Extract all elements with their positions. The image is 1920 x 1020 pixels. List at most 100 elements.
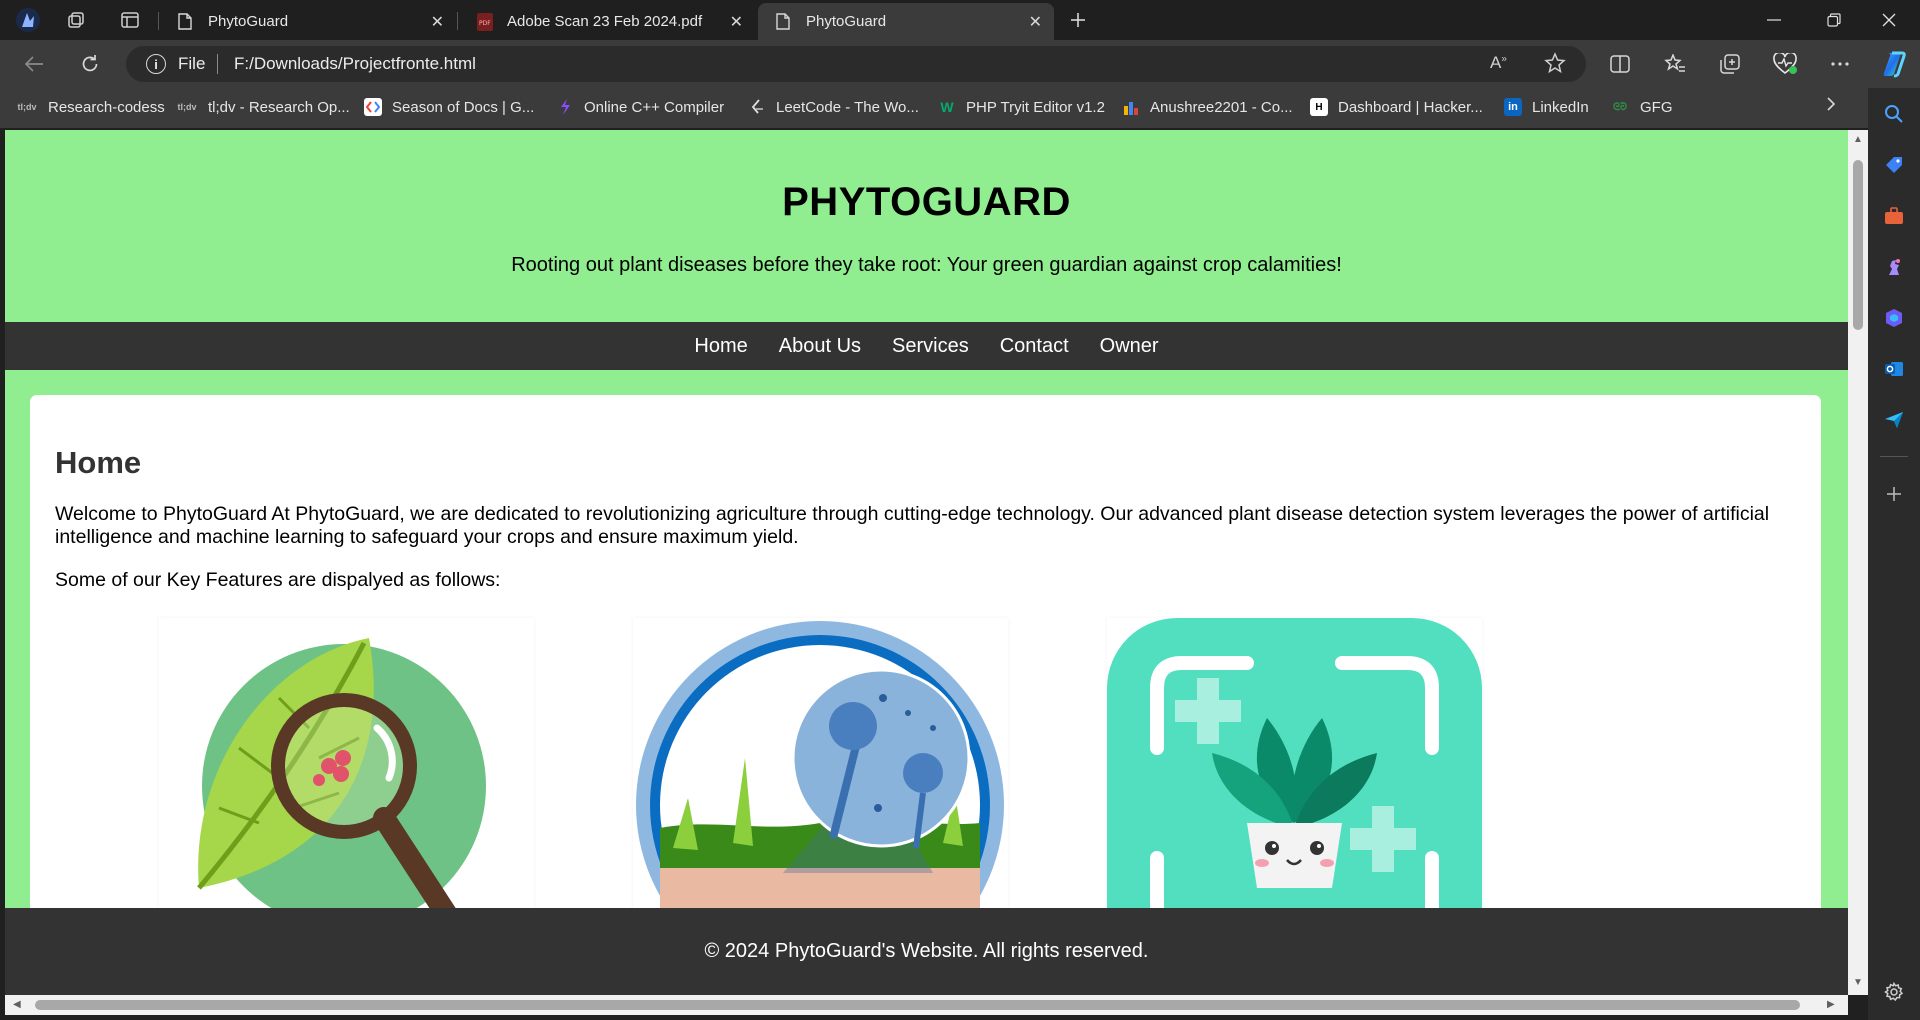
leetcode-icon bbox=[748, 98, 766, 116]
close-tab-icon[interactable]: ✕ bbox=[1029, 12, 1042, 32]
copilot-icon[interactable] bbox=[1878, 48, 1910, 80]
file-scheme-label: File bbox=[178, 54, 206, 73]
minimize-icon[interactable] bbox=[1747, 0, 1801, 40]
tab-separator bbox=[457, 12, 458, 30]
vertical-scroll-thumb[interactable] bbox=[1853, 160, 1863, 330]
horizontal-scroll-thumb[interactable] bbox=[35, 1000, 1800, 1010]
tab-phytoguard-active[interactable]: PhytoGuard ✕ bbox=[758, 3, 1054, 40]
favorite-gfg[interactable]: ᘓᘐ GFG bbox=[1610, 98, 1673, 116]
favorite-star-icon[interactable] bbox=[1544, 52, 1566, 79]
compiler-icon bbox=[556, 98, 574, 116]
gfg-icon: ᘓᘐ bbox=[1612, 101, 1628, 113]
site-footer: © 2024 PhytoGuard's Website. All rights … bbox=[5, 908, 1848, 995]
tab-phytoguard-1[interactable]: PhytoGuard ✕ bbox=[160, 3, 456, 40]
linkedin-icon: in bbox=[1504, 98, 1522, 116]
tldv-icon: tl;dv bbox=[17, 102, 37, 112]
favorite-php-tryit[interactable]: W PHP Tryit Editor v1.2 bbox=[938, 98, 1105, 116]
favorite-tldv[interactable]: tl;dv tl;dv - Research Op... bbox=[176, 98, 350, 116]
favorite-label: tl;dv - Research Op... bbox=[208, 98, 350, 116]
vertical-tabs-icon[interactable] bbox=[116, 6, 144, 34]
sidebar-divider bbox=[1880, 456, 1908, 457]
favorite-label: LeetCode - The Wo... bbox=[776, 98, 919, 116]
plant-scan-icon bbox=[1107, 618, 1482, 908]
page-viewport: PHYTOGUARD Rooting out plant diseases be… bbox=[5, 130, 1848, 908]
send-drop-icon[interactable] bbox=[1880, 406, 1908, 434]
favorite-season-of-docs[interactable]: Season of Docs | G... bbox=[364, 98, 534, 116]
hackerrank-icon: H bbox=[1310, 98, 1328, 116]
favorite-label: LinkedIn bbox=[1532, 98, 1589, 116]
favorite-label: Anushree2201 - Co... bbox=[1150, 98, 1293, 116]
favorite-anushree2201[interactable]: Anushree2201 - Co... bbox=[1122, 98, 1293, 116]
site-info-icon[interactable]: i bbox=[146, 54, 166, 74]
profile-avatar-icon[interactable] bbox=[14, 6, 42, 34]
favorite-online-cpp-compiler[interactable]: Online C++ Compiler bbox=[556, 98, 724, 116]
w3schools-icon: W bbox=[940, 99, 954, 115]
close-tab-icon[interactable]: ✕ bbox=[730, 12, 743, 32]
browser-essentials-icon[interactable] bbox=[1771, 50, 1799, 78]
vertical-scrollbar[interactable]: ▲ ▼ bbox=[1848, 130, 1868, 995]
chart-icon bbox=[1122, 98, 1140, 116]
nav-link-about-us[interactable]: About Us bbox=[779, 335, 861, 358]
microsoft-365-icon[interactable] bbox=[1880, 304, 1908, 332]
favorites-overflow-chevron-icon[interactable] bbox=[1826, 96, 1836, 112]
page-icon bbox=[776, 12, 792, 31]
tools-briefcase-icon[interactable] bbox=[1880, 202, 1908, 230]
nav-link-contact[interactable]: Contact bbox=[1000, 335, 1069, 358]
close-window-icon[interactable] bbox=[1862, 0, 1916, 40]
scroll-down-arrow-icon[interactable]: ▼ bbox=[1853, 977, 1863, 988]
page-icon bbox=[178, 12, 194, 31]
outlook-icon[interactable] bbox=[1880, 355, 1908, 383]
settings-more-icon[interactable] bbox=[1826, 50, 1854, 78]
scroll-up-arrow-icon[interactable]: ▲ bbox=[1853, 134, 1863, 145]
home-section: Home Welcome to PhytoGuard At PhytoGuard… bbox=[30, 395, 1821, 908]
leaf-magnifier-icon bbox=[197, 638, 486, 908]
add-sidebar-app-icon[interactable] bbox=[1880, 480, 1908, 508]
tab-separator bbox=[158, 12, 159, 30]
tab-title: Adobe Scan 23 Feb 2024.pdf bbox=[507, 13, 703, 30]
nav-link-services[interactable]: Services bbox=[892, 335, 969, 358]
edge-sidebar bbox=[1868, 88, 1920, 1020]
favorite-hackerrank[interactable]: H Dashboard | Hacker... bbox=[1310, 98, 1483, 116]
browser-tab-strip: PhytoGuard ✕ PDF Adobe Scan 23 Feb 2024.… bbox=[0, 0, 1920, 40]
games-chess-icon[interactable] bbox=[1880, 253, 1908, 281]
scroll-left-arrow-icon[interactable]: ◀ bbox=[13, 999, 21, 1010]
scroll-right-arrow-icon[interactable]: ▶ bbox=[1827, 999, 1835, 1010]
feature-card-1 bbox=[159, 618, 534, 908]
collections-icon[interactable] bbox=[1716, 50, 1744, 78]
tab-adobe-scan-pdf[interactable]: PDF Adobe Scan 23 Feb 2024.pdf ✕ bbox=[459, 3, 755, 40]
back-icon[interactable] bbox=[20, 50, 48, 78]
nav-link-home[interactable]: Home bbox=[694, 335, 747, 358]
microscope-fungus-icon bbox=[636, 621, 1004, 908]
intro-paragraph: Welcome to PhytoGuard At PhytoGuard, we … bbox=[55, 503, 1770, 548]
favorites-list-icon[interactable] bbox=[1661, 50, 1689, 78]
pdf-icon: PDF bbox=[477, 12, 493, 31]
favorites-bar: tl;dv Research-codess tl;dv tl;dv - Rese… bbox=[0, 88, 1880, 128]
close-tab-icon[interactable]: ✕ bbox=[431, 12, 444, 32]
refresh-icon[interactable] bbox=[76, 50, 104, 78]
address-bar[interactable]: i File F:/Downloads/Projectfronte.html A… bbox=[126, 46, 1586, 82]
read-aloud-icon[interactable]: A» bbox=[1490, 53, 1507, 73]
favorite-label: Research-codess bbox=[48, 98, 165, 116]
feature-card-3 bbox=[1107, 618, 1482, 908]
nav-link-owner[interactable]: Owner bbox=[1100, 335, 1159, 358]
favorite-label: GFG bbox=[1640, 98, 1673, 116]
favorite-label: Online C++ Compiler bbox=[584, 98, 725, 116]
site-title: PHYTOGUARD bbox=[782, 180, 1071, 224]
browser-toolbar: i File F:/Downloads/Projectfronte.html A… bbox=[0, 40, 1920, 88]
workspaces-icon[interactable] bbox=[62, 6, 90, 34]
favorite-label: PHP Tryit Editor v1.2 bbox=[966, 98, 1105, 116]
shopping-tag-icon[interactable] bbox=[1880, 151, 1908, 179]
svg-text:PDF: PDF bbox=[479, 20, 491, 27]
new-tab-icon[interactable] bbox=[1064, 6, 1092, 34]
url-text[interactable]: F:/Downloads/Projectfronte.html bbox=[234, 54, 476, 74]
tldv-icon: tl;dv bbox=[177, 102, 197, 112]
favorite-leetcode[interactable]: LeetCode - The Wo... bbox=[748, 98, 919, 116]
horizontal-scrollbar[interactable]: ◀ ▶ bbox=[5, 995, 1848, 1015]
restore-icon[interactable] bbox=[1807, 0, 1861, 40]
tab-title: PhytoGuard bbox=[806, 13, 887, 30]
favorite-research-codess[interactable]: tl;dv Research-codess bbox=[16, 98, 165, 116]
search-icon[interactable] bbox=[1880, 100, 1908, 128]
sidebar-settings-gear-icon[interactable] bbox=[1880, 978, 1908, 1006]
split-screen-icon[interactable] bbox=[1606, 50, 1634, 78]
favorite-linkedin[interactable]: in LinkedIn bbox=[1504, 98, 1589, 116]
